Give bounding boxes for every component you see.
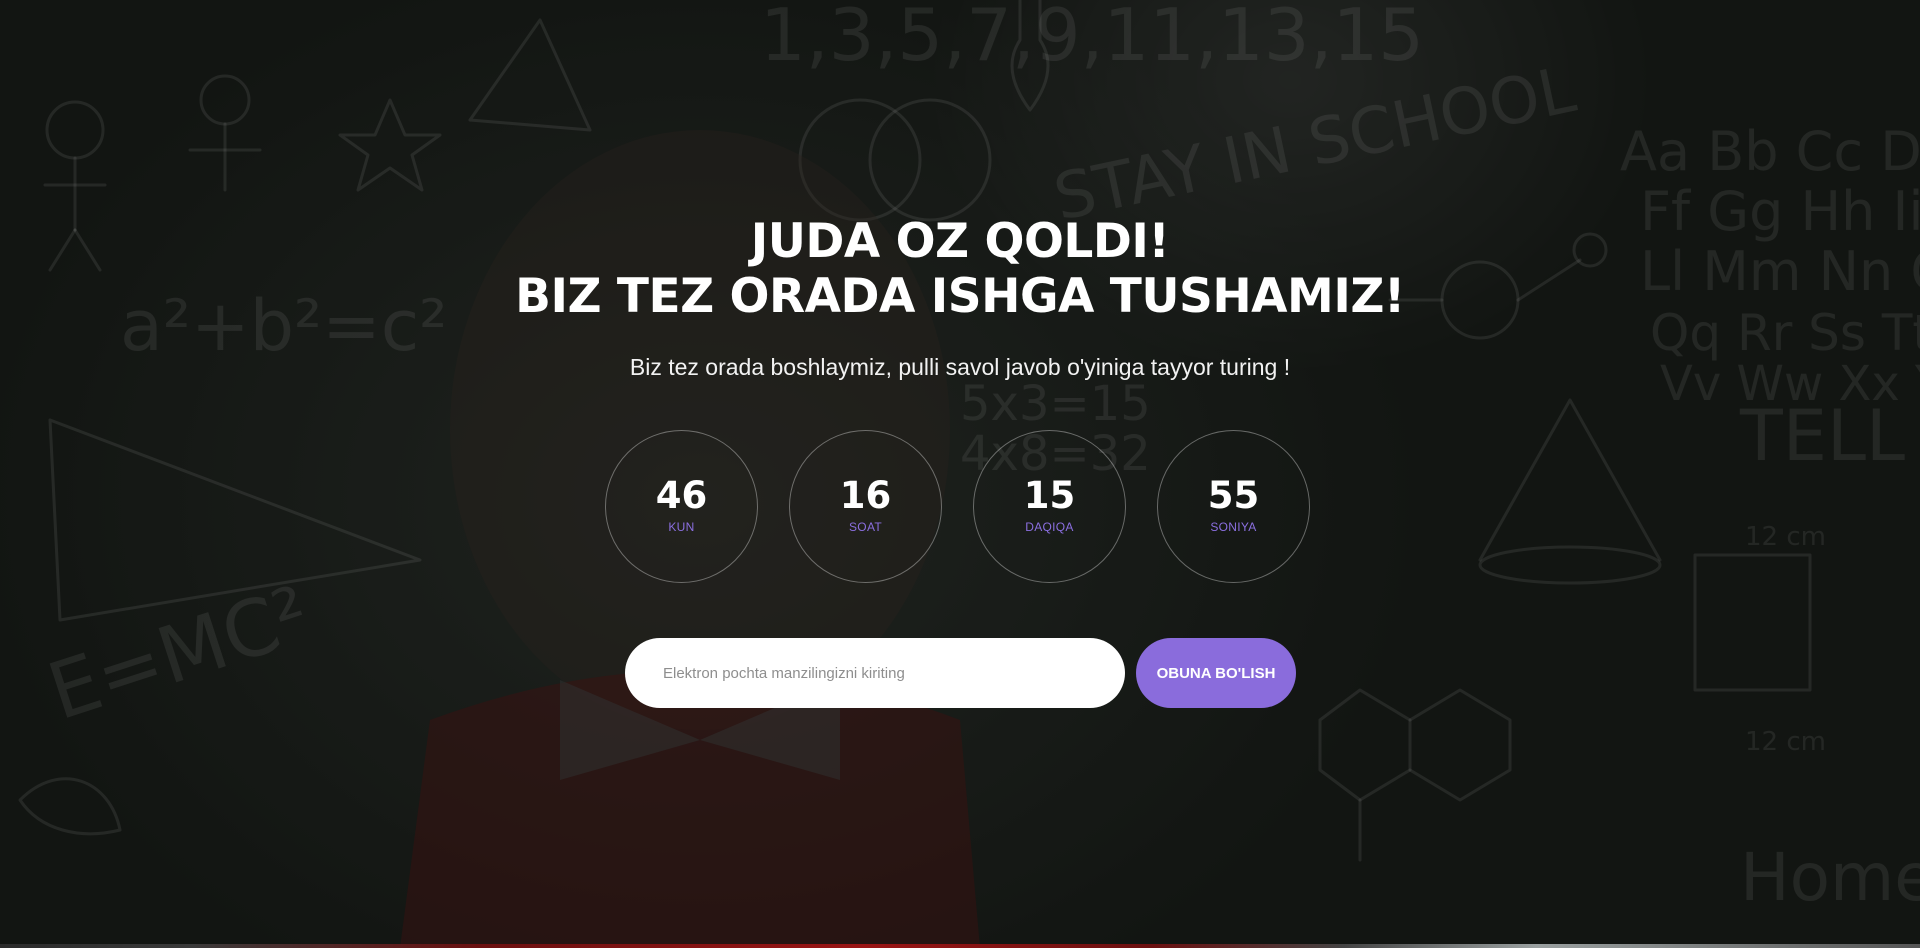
countdown-seconds-label: SONIYA — [1210, 519, 1257, 534]
countdown-minutes: 15 DAQIQA — [973, 430, 1126, 583]
countdown-days-value: 46 — [655, 473, 708, 517]
headline-line-1: JUDA OZ QOLDI! — [750, 214, 1170, 269]
email-input[interactable] — [625, 638, 1125, 708]
page-title: JUDA OZ QOLDI! BIZ TEZ ORADA ISHGA TUSHA… — [0, 214, 1920, 324]
countdown-hours: 16 SOAT — [789, 430, 942, 583]
countdown-days-label: KUN — [668, 519, 695, 534]
coming-soon-content: JUDA OZ QOLDI! BIZ TEZ ORADA ISHGA TUSHA… — [0, 0, 1920, 948]
countdown-seconds: 55 SONIYA — [1157, 430, 1310, 583]
countdown-days: 46 KUN — [605, 430, 758, 583]
headline-line-2: BIZ TEZ ORADA ISHGA TUSHAMIZ! — [515, 269, 1405, 324]
bottom-edge-strip — [0, 944, 1920, 948]
countdown-hours-label: SOAT — [849, 519, 882, 534]
countdown-minutes-label: DAQIQA — [1025, 519, 1074, 534]
countdown-hours-value: 16 — [839, 473, 892, 517]
hero-section: 1,3,5,7,9,11,13,15 STAY IN SCHOOL Aa Bb … — [0, 0, 1920, 948]
countdown-minutes-value: 15 — [1023, 473, 1076, 517]
countdown-timer: 46 KUN 16 SOAT 15 DAQIQA 55 SONIYA — [605, 430, 1310, 583]
countdown-seconds-value: 55 — [1207, 473, 1260, 517]
subscribe-button[interactable]: OBUNA BO'LISH — [1136, 638, 1296, 708]
subscribe-form: OBUNA BO'LISH — [625, 638, 1296, 708]
subtitle: Biz tez orada boshlaymiz, pulli savol ja… — [629, 354, 1291, 380]
